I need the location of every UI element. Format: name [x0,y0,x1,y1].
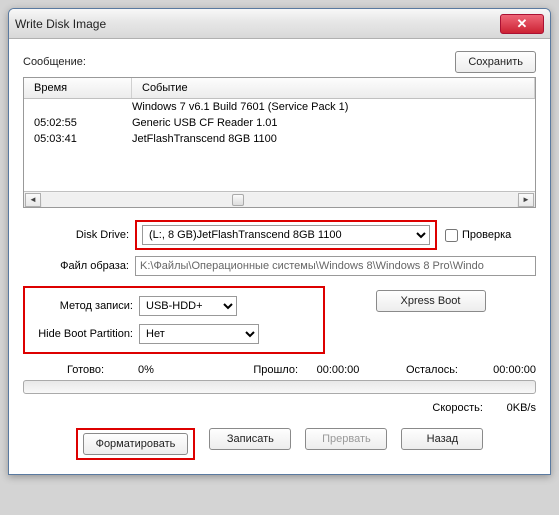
xpress-boot-button[interactable]: Xpress Boot [376,290,486,312]
log-col-event[interactable]: Событие [132,78,535,98]
ready-value: 0% [138,364,154,376]
log-box: Время Событие Windows 7 v6.1 Build 7601 … [23,77,536,208]
disk-drive-highlight: (L:, 8 GB)JetFlashTranscend 8GB 1100 [135,220,437,250]
log-header: Время Событие [24,78,535,99]
save-button[interactable]: Сохранить [455,51,536,73]
verify-checkbox[interactable] [445,229,458,242]
log-cell-time [24,101,132,113]
hide-partition-select[interactable]: Нет [139,324,259,344]
log-cell-time: 05:02:55 [24,117,132,129]
format-button[interactable]: Форматировать [83,433,189,455]
hide-partition-label: Hide Boot Partition: [33,328,139,340]
scroll-right-icon[interactable]: ► [518,193,534,207]
back-button[interactable]: Назад [401,428,483,450]
log-col-time[interactable]: Время [24,78,132,98]
remain-label: Осталось: [406,364,458,376]
abort-button: Прервать [305,428,387,450]
scroll-thumb[interactable] [232,194,244,206]
ready-label: Готово: [67,364,104,376]
log-cell-event: JetFlashTranscend 8GB 1100 [132,133,535,145]
elapsed-label: Прошло: [253,364,298,376]
log-hscrollbar[interactable]: ◄ ► [24,191,535,207]
scroll-track[interactable] [42,193,517,207]
log-row[interactable]: 05:02:55 Generic USB CF Reader 1.01 [24,115,535,131]
image-file-label: Файл образа: [23,260,135,272]
write-method-select[interactable]: USB-HDD+ [139,296,237,316]
progress-bar [23,380,536,394]
speed-label: Скорость: [432,402,483,414]
scroll-left-icon[interactable]: ◄ [25,193,41,207]
verify-label: Проверка [462,229,511,241]
close-icon: ✕ [517,16,528,32]
log-body[interactable]: Windows 7 v6.1 Build 7601 (Service Pack … [24,99,535,191]
content-area: Сообщение: Сохранить Время Событие Windo… [9,39,550,474]
disk-drive-label: Disk Drive: [23,229,135,241]
window-title: Write Disk Image [15,17,500,31]
log-row[interactable]: Windows 7 v6.1 Build 7601 (Service Pack … [24,99,535,115]
speed-value: 0KB/s [486,402,536,414]
close-button[interactable]: ✕ [500,14,544,34]
write-method-highlight: Метод записи: USB-HDD+ Hide Boot Partiti… [23,286,325,354]
log-cell-event: Generic USB CF Reader 1.01 [132,117,535,129]
message-label: Сообщение: [23,56,455,68]
remain-value: 00:00:00 [493,364,536,376]
image-file-input[interactable] [135,256,536,276]
write-disk-image-window: Write Disk Image ✕ Сообщение: Сохранить … [8,8,551,475]
log-row[interactable]: 05:03:41 JetFlashTranscend 8GB 1100 [24,131,535,147]
write-method-label: Метод записи: [33,300,139,312]
format-highlight: Форматировать [76,428,196,460]
titlebar[interactable]: Write Disk Image ✕ [9,9,550,39]
disk-drive-select[interactable]: (L:, 8 GB)JetFlashTranscend 8GB 1100 [142,225,430,245]
elapsed-value: 00:00:00 [317,364,360,376]
write-button[interactable]: Записать [209,428,291,450]
log-cell-time: 05:03:41 [24,133,132,145]
log-cell-event: Windows 7 v6.1 Build 7601 (Service Pack … [132,101,535,113]
